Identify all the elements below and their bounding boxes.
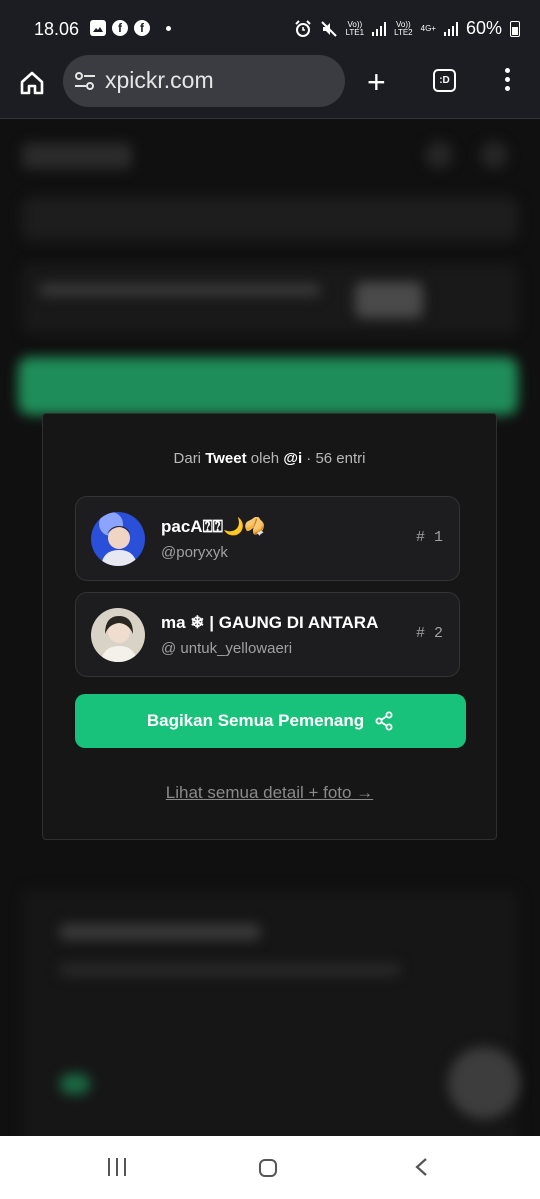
gallery-icon <box>90 20 106 36</box>
more-notifications-icon <box>166 25 171 31</box>
battery-icon <box>510 20 520 37</box>
avatar <box>91 512 145 566</box>
status-time: 18.06 <box>34 19 80 39</box>
back-icon[interactable] <box>413 1157 429 1177</box>
mute-icon <box>320 20 337 37</box>
home-nav-icon[interactable] <box>259 1159 277 1177</box>
browser-toolbar: xpickr.com + :D <box>0 55 540 119</box>
winner-card-2[interactable]: ma ❄ | GAUNG DI ANTARA @ untuk_yellowaer… <box>75 592 460 677</box>
blurred-text <box>40 284 320 296</box>
facebook-icon: f <box>134 20 150 36</box>
address-bar[interactable]: xpickr.com <box>63 55 345 107</box>
winner-handle: @poryxyk <box>161 544 228 561</box>
signal-icon <box>443 21 458 36</box>
share-button-label: Bagikan Semua Pemenang <box>146 711 365 730</box>
recents-icon[interactable] <box>108 1158 126 1176</box>
blurred-icon <box>480 141 508 169</box>
blurred-icon <box>425 141 453 169</box>
home-icon[interactable] <box>18 69 46 97</box>
sim2-indicator: Vo)) LTE2 <box>394 19 413 37</box>
share-all-winners-button[interactable]: Bagikan Semua Pemenang <box>75 694 466 748</box>
status-bar: 18.06 f f Vo)) LTE1 Vo)) LTE2 4G+ 60% <box>0 0 540 58</box>
source-user: @i <box>283 450 303 467</box>
winner-name: pacA⍰⍰🌙🥠 <box>161 517 266 536</box>
sim1-indicator: Vo)) LTE1 <box>345 19 365 37</box>
tune-icon[interactable] <box>74 71 96 91</box>
share-icon <box>375 711 393 731</box>
system-nav-bar <box>0 1136 540 1199</box>
entry-count: · 56 entri <box>306 450 366 467</box>
source-type: Tweet <box>205 450 247 467</box>
winners-modal: Dari Tweet oleh @i · 56 entri pacA⍰⍰🌙🥠 @… <box>42 413 497 840</box>
blurred-banner <box>22 197 518 241</box>
blurred-fab <box>448 1047 520 1119</box>
avatar <box>91 608 145 662</box>
winner-rank: # 1 <box>415 529 443 546</box>
blurred-primary-button <box>18 357 518 415</box>
blurred-logo <box>22 143 132 169</box>
network-type: 4G+ <box>420 23 436 33</box>
plus-icon[interactable]: + <box>367 66 386 98</box>
more-vert-icon[interactable] <box>505 68 511 91</box>
blurred-toggle <box>60 1074 90 1094</box>
system-icons: Vo)) LTE1 Vo)) LTE2 4G+ 60% <box>294 18 520 39</box>
alarm-icon <box>294 19 311 37</box>
view-all-details-link[interactable]: Lihat semua detail + foto → <box>43 783 496 803</box>
winner-rank: # 2 <box>415 625 443 642</box>
signal-icon <box>372 21 387 36</box>
blurred-text <box>60 924 260 940</box>
winner-name: ma ❄ | GAUNG DI ANTARA <box>161 613 379 632</box>
modal-source-line: Dari Tweet oleh @i · 56 entri <box>173 450 366 467</box>
messenger-icon: f <box>112 20 128 36</box>
url-text[interactable]: xpickr.com <box>105 67 214 94</box>
battery-percent: 60% <box>465 18 502 38</box>
blurred-button <box>355 282 423 318</box>
notification-icons: f f <box>90 20 171 36</box>
blurred-text <box>60 964 400 976</box>
blurred-input-card <box>22 264 518 334</box>
winner-handle: @ untuk_yellowaeri <box>161 640 293 657</box>
tabs-icon[interactable]: :D <box>433 69 456 92</box>
winner-card-1[interactable]: pacA⍰⍰🌙🥠 @poryxyk # 1 <box>75 496 460 581</box>
